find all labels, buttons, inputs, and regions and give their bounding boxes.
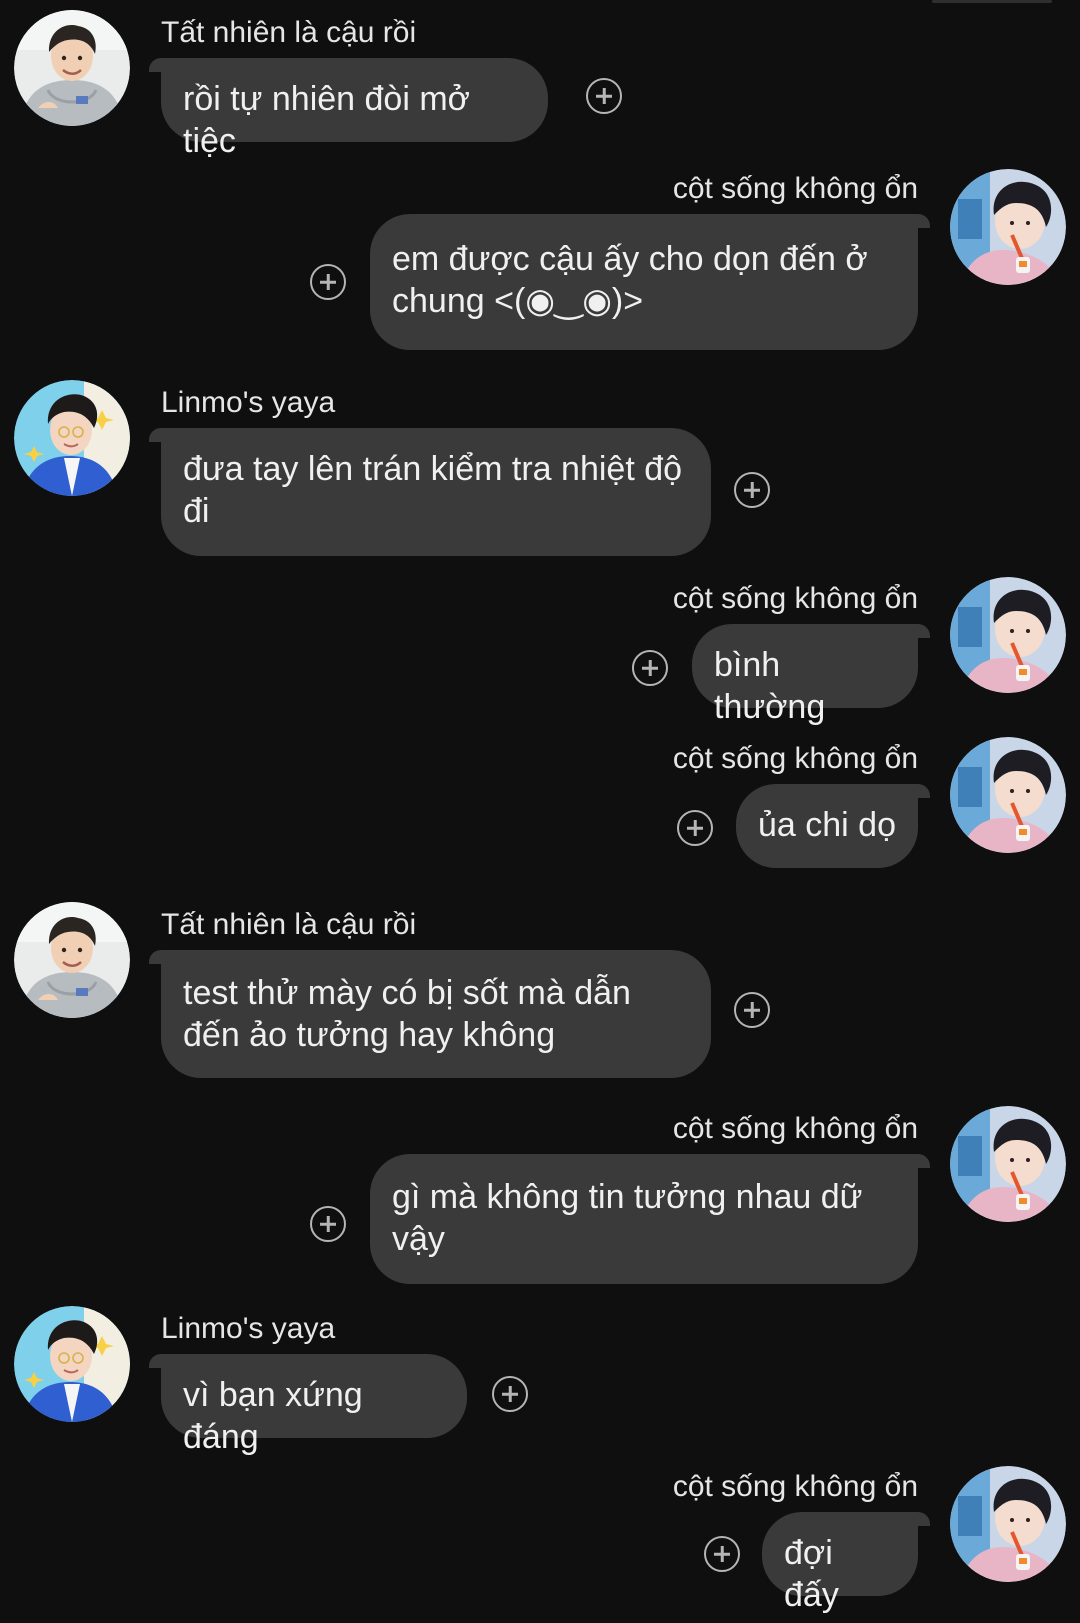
message-bubble[interactable]: vì bạn xứng đáng	[149, 1354, 467, 1456]
message-bubble[interactable]: gì mà không tin tưởng nhau dữ vậy	[370, 1154, 930, 1284]
message-text: bình thường	[714, 646, 826, 726]
sender-name: Linmo's yaya	[161, 1312, 336, 1345]
avatar[interactable]	[950, 1106, 1066, 1222]
chat-thread[interactable]: Tất nhiên là cậu rồi rồi tự nhiên đòi mở…	[0, 0, 1080, 1623]
message-text: vì bạn xứng đáng	[183, 1376, 363, 1456]
add-reaction-icon[interactable]	[677, 810, 713, 846]
add-reaction-icon[interactable]	[310, 264, 346, 300]
add-reaction-icon[interactable]	[734, 992, 770, 1028]
sender-name: cột sống không ổn	[672, 1470, 918, 1503]
message-text: gì mà không tin tưởng nhau dữ vậy	[392, 1178, 863, 1258]
avatar[interactable]	[14, 380, 130, 496]
add-reaction-icon[interactable]	[734, 472, 770, 508]
scroll-indicator	[932, 0, 1052, 3]
add-reaction-icon[interactable]	[492, 1376, 528, 1412]
message-text: em được cậu ấy cho dọn đến ở chung <(◉‿◉…	[392, 240, 868, 320]
add-reaction-icon[interactable]	[632, 650, 668, 686]
avatar[interactable]	[950, 169, 1066, 285]
message-bubble[interactable]: rồi tự nhiên đòi mở tiệc	[149, 58, 548, 160]
sender-name: cột sống không ổn	[672, 1112, 918, 1145]
add-reaction-icon[interactable]	[704, 1536, 740, 1572]
sender-name: cột sống không ổn	[672, 582, 918, 615]
message-text: ủa chi dọ	[758, 806, 896, 844]
message-text: test thử mày có bị sốt mà dẫn đến ảo tưở…	[183, 974, 631, 1054]
add-reaction-icon[interactable]	[310, 1206, 346, 1242]
message-text: đợi đấy	[784, 1534, 839, 1614]
message-text: rồi tự nhiên đòi mở tiệc	[183, 80, 470, 160]
message-bubble[interactable]: đưa tay lên trán kiểm tra nhiệt độ đi	[149, 428, 711, 556]
avatar[interactable]	[950, 577, 1066, 693]
message-bubble[interactable]: em được cậu ấy cho dọn đến ở chung <(◉‿◉…	[370, 214, 930, 350]
sender-name: cột sống không ổn	[672, 172, 918, 205]
avatar[interactable]	[950, 1466, 1066, 1582]
message-bubble[interactable]: bình thường	[692, 624, 930, 726]
avatar[interactable]	[14, 1306, 130, 1422]
sender-name: cột sống không ổn	[672, 742, 918, 775]
sender-name: Tất nhiên là cậu rồi	[161, 16, 417, 49]
message-bubble[interactable]: ủa chi dọ	[736, 784, 930, 868]
message-bubble[interactable]: test thử mày có bị sốt mà dẫn đến ảo tưở…	[149, 950, 711, 1078]
avatar[interactable]	[14, 10, 130, 126]
sender-name: Linmo's yaya	[161, 386, 336, 419]
avatar[interactable]	[950, 737, 1066, 853]
message-bubble[interactable]: đợi đấy	[762, 1512, 930, 1614]
avatar[interactable]	[14, 902, 130, 1018]
message-text: đưa tay lên trán kiểm tra nhiệt độ đi	[183, 450, 683, 530]
add-reaction-icon[interactable]	[586, 78, 622, 114]
sender-name: Tất nhiên là cậu rồi	[161, 908, 417, 941]
